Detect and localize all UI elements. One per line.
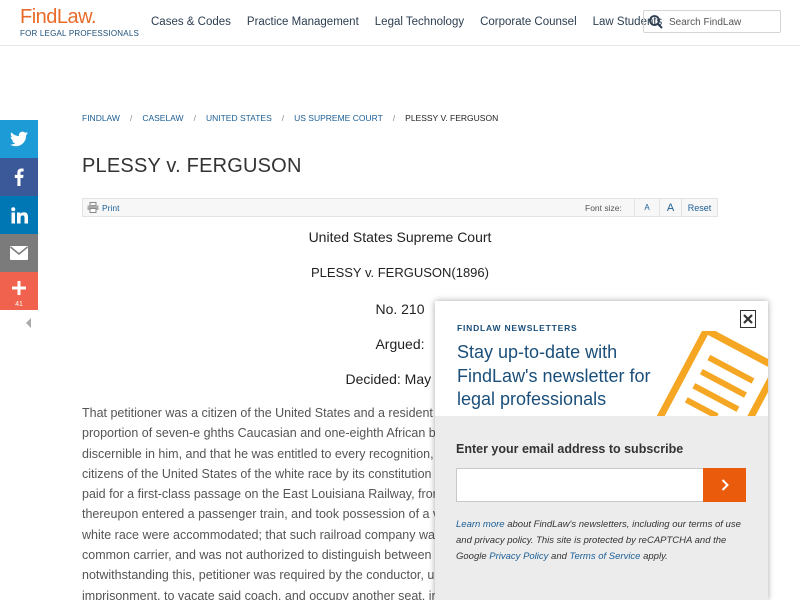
breadcrumb-caselaw[interactable]: CASELAW	[142, 113, 183, 123]
facebook-icon	[14, 168, 24, 186]
linkedin-share-button[interactable]	[0, 196, 38, 234]
newsletter-header: FINDLAW NEWSLETTERS Stay up-to-date with…	[435, 301, 768, 416]
search-box	[643, 10, 781, 33]
font-size-label: Font size:	[585, 203, 622, 213]
breadcrumb-separator: /	[193, 113, 196, 123]
breadcrumb-separator: /	[129, 113, 133, 123]
breadcrumb-findlaw[interactable]: FINDLAW	[82, 113, 120, 123]
close-icon	[743, 314, 753, 324]
envelope-icon	[10, 246, 28, 260]
breadcrumb-us-supreme-court[interactable]: US SUPREME COURT	[294, 113, 383, 123]
print-button[interactable]: Print	[87, 202, 119, 213]
logo-wordmark: FindLaw.	[20, 6, 97, 28]
newsletter-popup: FINDLAW NEWSLETTERS Stay up-to-date with…	[435, 301, 768, 600]
court-name: United States Supreme Court	[308, 229, 492, 245]
case-name: PLESSY v. FERGUSON(1896)	[311, 265, 489, 280]
plus-icon	[12, 281, 26, 295]
logo-tagline: FOR LEGAL PROFESSIONALS	[20, 29, 140, 38]
twitter-icon	[10, 131, 28, 147]
legal-and: and	[548, 550, 570, 562]
nav-cases-codes[interactable]: Cases & Codes	[151, 16, 231, 28]
page-title: PLESSY v. FERGUSON	[82, 155, 302, 177]
facebook-share-button[interactable]	[0, 158, 38, 196]
breadcrumb-current: PLESSY V. FERGUSON	[405, 113, 499, 123]
share-bar: 41	[0, 120, 38, 310]
font-size-large-button[interactable]: A	[659, 199, 681, 216]
document-toolbar: Print Font size: A A Reset	[82, 198, 718, 217]
site-header: FindLaw. FOR LEGAL PROFESSIONALS Cases &…	[0, 0, 800, 46]
font-size-small-button[interactable]: A	[634, 199, 659, 216]
privacy-policy-link[interactable]: Privacy Policy	[489, 551, 548, 562]
search-icon[interactable]	[648, 14, 664, 30]
print-label: Print	[102, 202, 120, 213]
email-share-button[interactable]	[0, 234, 38, 272]
newsletter-form: Enter your email address to subscribe Le…	[435, 416, 768, 600]
collapse-arrow-icon[interactable]	[24, 318, 34, 328]
legal-end: apply.	[640, 550, 668, 562]
more-share-button[interactable]: 41	[0, 272, 38, 310]
linkedin-icon	[10, 206, 28, 223]
email-label: Enter your email address to subscribe	[456, 442, 684, 456]
findlaw-logo[interactable]: FindLaw. FOR LEGAL PROFESSIONALS	[20, 6, 139, 39]
chevron-right-icon	[721, 479, 729, 491]
main-nav: Cases & Codes Practice Management Legal …	[151, 16, 678, 28]
newsletter-legal-text: Learn more about FindLaw's newsletters, …	[456, 517, 748, 564]
nav-practice-management[interactable]: Practice Management	[247, 16, 359, 28]
breadcrumb-united-states[interactable]: UNITED STATES	[206, 113, 272, 123]
breadcrumb-separator: /	[281, 113, 285, 123]
share-count: 41	[15, 301, 23, 308]
subscribe-button[interactable]	[703, 468, 746, 502]
twitter-share-button[interactable]	[0, 120, 38, 158]
newsletter-illustration-icon	[654, 331, 768, 416]
breadcrumb: FINDLAW / CASELAW / UNITED STATES / US S…	[82, 113, 498, 123]
nav-legal-technology[interactable]: Legal Technology	[375, 16, 464, 28]
search-input[interactable]	[669, 13, 777, 31]
breadcrumb-separator: /	[392, 113, 396, 123]
newsletter-eyebrow: FINDLAW NEWSLETTERS	[457, 323, 578, 333]
newsletter-heading: Stay up-to-date with FindLaw's newslette…	[457, 342, 651, 409]
terms-of-service-link[interactable]: Terms of Service	[570, 551, 641, 562]
font-size-reset-button[interactable]: Reset	[681, 199, 717, 216]
printer-icon	[87, 202, 99, 213]
email-field[interactable]	[456, 468, 704, 502]
close-button[interactable]	[740, 310, 756, 328]
learn-more-link[interactable]: Learn more	[456, 519, 505, 530]
nav-corporate-counsel[interactable]: Corporate Counsel	[480, 16, 577, 28]
